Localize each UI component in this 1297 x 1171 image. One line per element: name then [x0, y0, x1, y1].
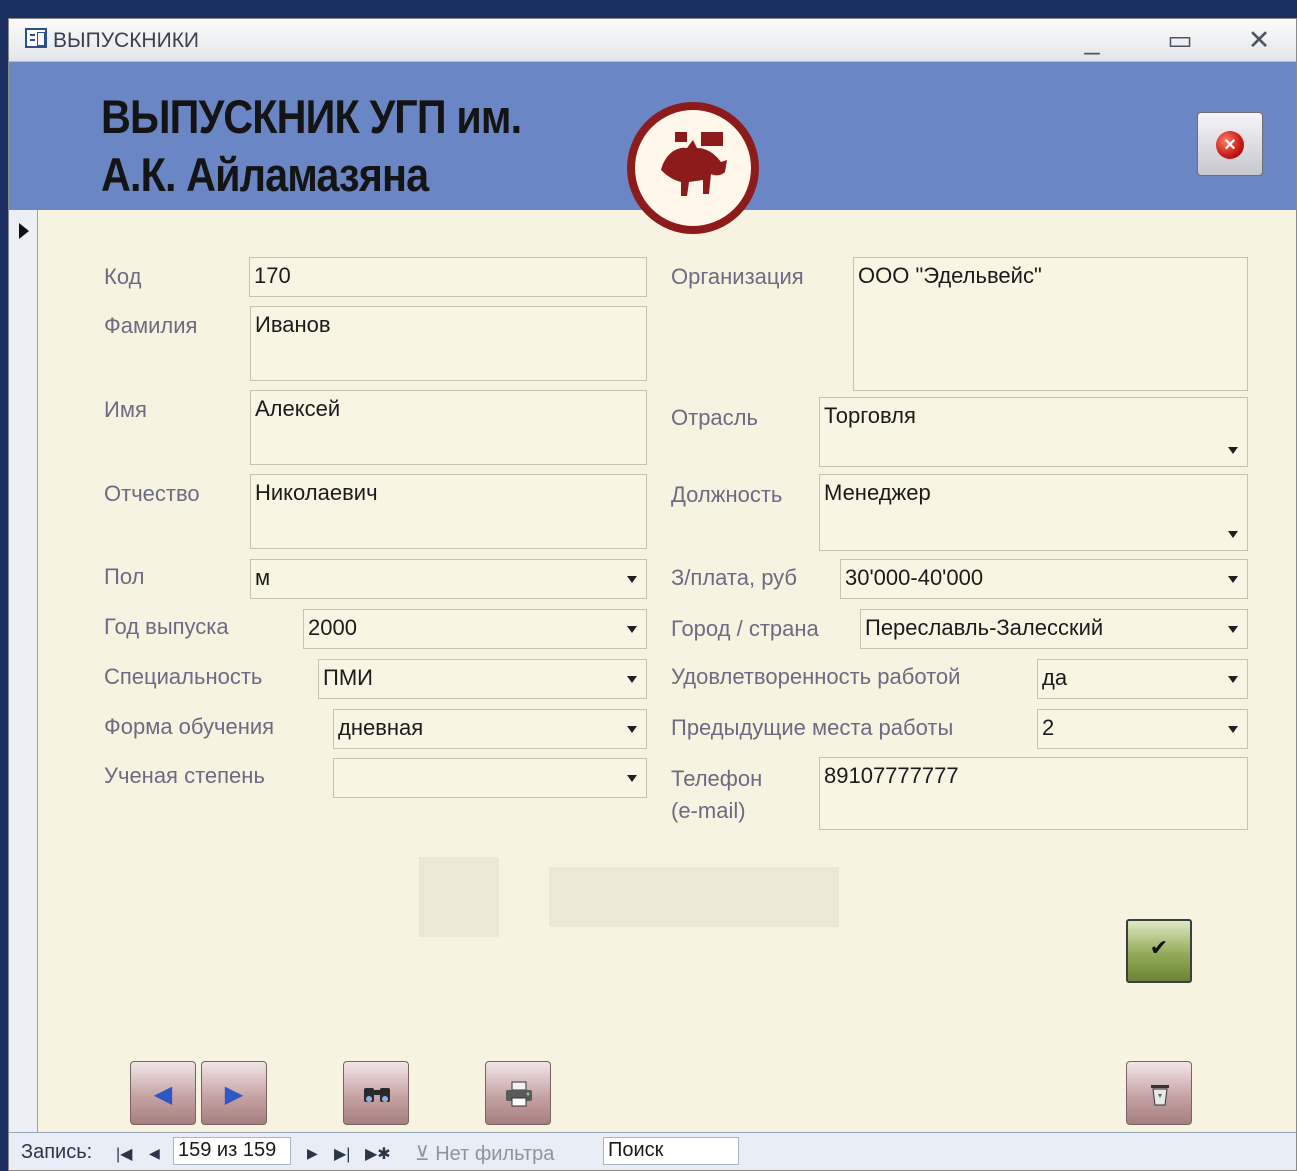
combo-predydushchie-mesta[interactable]: 2: [1037, 709, 1248, 749]
search-input[interactable]: Поиск: [603, 1137, 739, 1165]
record-number-input[interactable]: 159 из 159: [173, 1137, 291, 1165]
combo-god-vypuska[interactable]: 2000: [303, 609, 647, 649]
checkmark-icon: ✔: [1149, 935, 1169, 960]
label-pol: Пол: [104, 564, 145, 589]
arrow-right-icon: ▶: [224, 1081, 244, 1108]
label-imya: Имя: [104, 397, 147, 422]
form-icon: [25, 28, 47, 48]
new-record-icon[interactable]: ▶✱: [365, 1144, 391, 1164]
label-telefon-line2: (e-mail): [671, 798, 746, 823]
record-navigation-bar: Запись: |◀ ◀ 159 из 159 ▶ ▶| ▶✱ ⊻ Нет фи…: [9, 1132, 1296, 1170]
combo-udovletvorennost[interactable]: да: [1037, 659, 1248, 699]
combo-otrasl[interactable]: Торговля: [819, 397, 1248, 467]
label-zarplata: З/плата, руб: [671, 565, 798, 590]
filter-status[interactable]: ⊻ Нет фильтра: [415, 1141, 554, 1166]
label-telefon-line1: Телефон: [671, 766, 763, 791]
form-window: ВЫПУСКНИКИ _ ▭ ✕ ВЫПУСКНИК УГП им. А.К. …: [8, 18, 1297, 1171]
form-title-line2: А.К. Айламазяна: [101, 148, 429, 201]
label-predydushchie-mesta: Предыдущие места работы: [671, 715, 954, 740]
label-dolzhnost: Должность: [671, 482, 783, 507]
label-god-vypuska: Год выпуска: [104, 614, 229, 639]
label-otchestvo: Отчество: [104, 481, 200, 506]
field-organizaciya[interactable]: ООО "Эдельвейс": [853, 257, 1248, 391]
save-record-button[interactable]: ✔: [1126, 919, 1192, 983]
printer-icon: [506, 1081, 532, 1107]
combo-gorod-strana[interactable]: Переславль-Залесский: [860, 609, 1248, 649]
horse-emblem-icon: [661, 132, 727, 196]
delete-record-button[interactable]: [1126, 1061, 1192, 1125]
logo-watermark: [419, 857, 839, 937]
record-selector[interactable]: [9, 210, 38, 1139]
label-gorod-strana: Город / страна: [671, 616, 819, 641]
trash-icon: [1151, 1085, 1169, 1106]
arrow-left-icon: ◀: [153, 1081, 173, 1108]
combo-uchenaya-stepen[interactable]: [333, 758, 647, 798]
combo-dolzhnost[interactable]: Менеджер: [819, 474, 1248, 551]
label-uchenaya-stepen: Ученая степень: [104, 763, 265, 788]
previous-record-button[interactable]: ◀: [130, 1061, 196, 1125]
record-label: Запись:: [21, 1141, 93, 1163]
find-record-button[interactable]: [343, 1061, 409, 1125]
field-imya[interactable]: Алексей: [250, 390, 647, 465]
close-circle-icon: ×: [1216, 131, 1244, 159]
label-organizaciya: Организация: [671, 264, 804, 289]
university-logo: [627, 102, 759, 234]
combo-specialnost[interactable]: ПМИ: [318, 659, 647, 699]
label-kod: Код: [104, 264, 142, 289]
next-record-icon[interactable]: ▶: [307, 1145, 318, 1162]
combo-zarplata[interactable]: 30'000-40'000: [840, 559, 1248, 599]
label-specialnost: Специальность: [104, 664, 263, 689]
form-title: ВЫПУСКНИК УГП им. А.К. Айламазяна: [101, 88, 559, 204]
window-close-button[interactable]: ✕: [1236, 23, 1282, 57]
first-record-icon[interactable]: |◀: [116, 1144, 132, 1164]
combo-pol[interactable]: м: [250, 559, 647, 599]
label-udovletvorennost: Удовлетворенность работой: [671, 664, 961, 689]
next-record-button[interactable]: ▶: [201, 1061, 267, 1125]
field-familiya[interactable]: Иванов: [250, 306, 647, 381]
no-filter-icon: ⊻: [415, 1143, 436, 1165]
field-kod[interactable]: 170: [249, 257, 647, 297]
minimize-button[interactable]: _: [1069, 23, 1115, 57]
last-record-icon[interactable]: ▶|: [334, 1144, 350, 1164]
binoculars-icon: [364, 1088, 390, 1102]
print-record-button[interactable]: [485, 1061, 551, 1125]
label-otrasl: Отрасль: [671, 405, 758, 430]
form-header: ВЫПУСКНИК УГП им. А.К. Айламазяна ×: [9, 62, 1296, 234]
label-telefon: Телефон (e-mail): [671, 763, 762, 827]
label-familiya: Фамилия: [104, 313, 198, 338]
field-otchestvo[interactable]: Николаевич: [250, 474, 647, 549]
close-form-button[interactable]: ×: [1197, 112, 1263, 176]
window-title: ВЫПУСКНИКИ: [53, 29, 200, 52]
field-telefon[interactable]: 89107777777: [819, 757, 1248, 830]
combo-forma-obucheniya[interactable]: дневная: [333, 709, 647, 749]
filter-label: Нет фильтра: [435, 1143, 555, 1165]
prev-record-icon[interactable]: ◀: [149, 1145, 160, 1162]
form-title-line1: ВЫПУСКНИК УГП им.: [101, 90, 522, 143]
maximize-button[interactable]: ▭: [1157, 23, 1203, 57]
label-forma-obucheniya: Форма обучения: [104, 714, 275, 739]
title-bar: ВЫПУСКНИКИ _ ▭ ✕: [9, 19, 1296, 62]
